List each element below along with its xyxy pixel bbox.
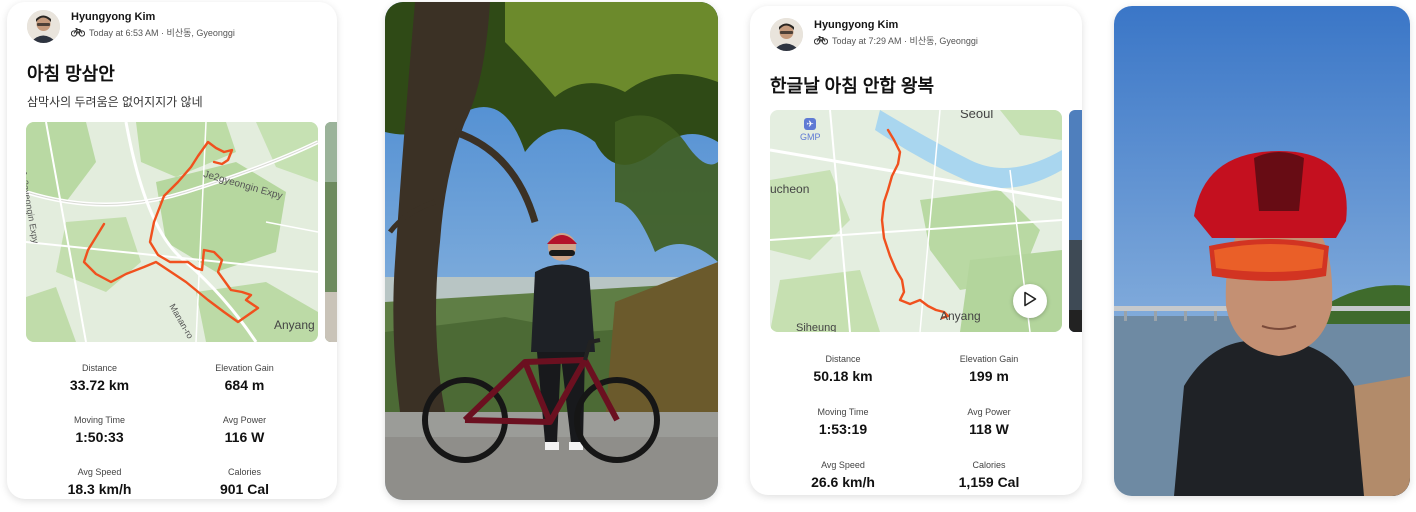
map-city-label: Siheung [796,322,837,332]
map-city-label: Seoul [960,110,994,121]
activity-photo-2[interactable] [1114,6,1410,496]
map-city-label: Anyang [940,309,981,323]
stat-distance: Distance 50.18 km [813,354,873,384]
route-map[interactable]: Je2gyeongin Expy Je2gyeongin Expy Manan-… [26,122,318,342]
play-video-button[interactable] [1013,284,1047,318]
activity-stats: Distance 50.18 km Elevation Gain 199 m Mov… [770,353,1062,491]
activity-card-1[interactable]: Hyungyong Kim Today at 6:53 AM · 비산동, Gy… [7,2,337,499]
airport-icon: ✈ [804,118,816,130]
stat-avg-speed: Avg Speed 26.6 km/h [811,460,875,490]
activity-photo-1[interactable] [385,2,718,500]
stat-calories: Calories 1,159 Cal [958,460,1020,490]
map-city-label: Anyang [274,318,315,332]
stat-elevation-gain: Elevation Gain 684 m [215,363,274,393]
media-peek[interactable] [1069,110,1082,332]
media-peek[interactable] [325,122,337,342]
stat-distance: Distance 33.72 km [69,363,130,393]
author-name[interactable]: Hyungyong Kim [71,10,235,24]
stat-moving-time: Moving Time 1:53:19 [817,407,869,437]
activity-title[interactable]: 한글날 아침 안합 왕복 [770,72,934,98]
map-airport-label: GMP [800,132,821,142]
activity-time-location: Today at 7:29 AM · 비산동, Gyeonggi [832,36,978,46]
bicycle-icon [70,27,89,40]
bicycle-icon [813,35,832,48]
activity-time-location: Today at 6:53 AM · 비산동, Gyeonggi [89,28,235,38]
stat-elevation-gain: Elevation Gain 199 m [959,354,1019,384]
play-icon [1023,291,1037,312]
activity-stats: Distance 33.72 km Elevation Gain 684 m Mov… [27,362,317,498]
activity-description: 삼막사의 두려움은 없어지지가 않네 [27,95,203,109]
activity-header: Hyungyong Kim Today at 6:53 AM · 비산동, Gy… [27,10,235,43]
stat-calories: Calories 901 Cal [219,467,270,497]
avatar[interactable] [27,10,60,43]
stat-avg-power: Avg Power 116 W [222,415,267,445]
activity-header: Hyungyong Kim Today at 7:29 AM · 비산동, Gy… [770,18,978,51]
stat-moving-time: Moving Time 1:50:33 [73,415,126,445]
author-name[interactable]: Hyungyong Kim [814,18,978,32]
map-city-label: ucheon [770,182,810,196]
stat-avg-power: Avg Power 118 W [967,407,1011,437]
activity-card-2[interactable]: Hyungyong Kim Today at 7:29 AM · 비산동, Gy… [750,6,1082,495]
route-map[interactable]: ✈ GMP Seoul ucheon Anyang Siheung [770,110,1062,332]
activity-title[interactable]: 아침 망삼안 [27,60,115,86]
stat-avg-speed: Avg Speed 18.3 km/h [67,467,132,497]
avatar[interactable] [770,18,803,51]
